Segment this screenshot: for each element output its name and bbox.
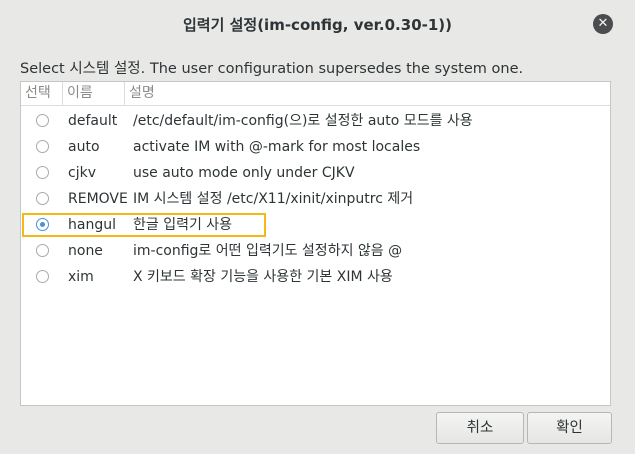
row-description: 한글 입력기 사용 [133, 217, 233, 233]
window-title: 입력기 설정(im-config, ver.0.30-1)) [182, 16, 453, 34]
ok-button[interactable]: 확인 [527, 412, 612, 444]
radio-button[interactable] [36, 166, 49, 179]
row-name: cjkv [68, 165, 96, 181]
list-header: 선택 이름 설명 [21, 82, 610, 106]
row-name: REMOVE [68, 191, 128, 207]
radio-button[interactable] [36, 140, 49, 153]
radio-button[interactable] [36, 270, 49, 283]
row-name: auto [68, 139, 100, 155]
row-description: X 키보드 확장 기능을 사용한 기본 XIM 사용 [133, 269, 393, 285]
list-row-remove[interactable]: REMOVE IM 시스템 설정 /etc/X11/xinit/xinputrc… [21, 186, 610, 212]
description-text: Select 시스템 설정. The user configuration su… [20, 61, 524, 77]
row-name: default [68, 113, 118, 129]
radio-button[interactable] [36, 114, 49, 127]
list-row-hangul[interactable]: hangul 한글 입력기 사용 [21, 212, 610, 238]
row-description: use auto mode only under CJKV [133, 165, 355, 181]
list-row-none[interactable]: none im-config로 어떤 입력기도 설정하지 않음 @ [21, 238, 610, 264]
column-header-description[interactable]: 설명 [125, 82, 610, 105]
column-header-name[interactable]: 이름 [63, 82, 125, 105]
row-description: /etc/default/im-config(으)로 설정한 auto 모드를 … [133, 113, 473, 129]
row-name: none [68, 243, 103, 259]
row-name: hangul [68, 217, 116, 233]
im-config-dialog: 입력기 설정(im-config, ver.0.30-1)) ✕ Select … [0, 0, 635, 454]
close-icon[interactable]: ✕ [593, 14, 613, 34]
row-description: im-config로 어떤 입력기도 설정하지 않음 @ [133, 243, 403, 259]
column-header-select[interactable]: 선택 [21, 82, 63, 105]
radio-button-selected[interactable] [36, 218, 49, 231]
row-name: xim [68, 269, 94, 285]
list-row-cjkv[interactable]: cjkv use auto mode only under CJKV [21, 160, 610, 186]
list-row-xim[interactable]: xim X 키보드 확장 기능을 사용한 기본 XIM 사용 [21, 264, 610, 290]
input-method-list: 선택 이름 설명 default /etc/default/im-config(… [20, 81, 611, 406]
row-description: IM 시스템 설정 /etc/X11/xinit/xinputrc 제거 [133, 191, 414, 207]
radio-button[interactable] [36, 244, 49, 257]
cancel-button[interactable]: 취소 [436, 412, 524, 444]
radio-button[interactable] [36, 192, 49, 205]
list-row-default[interactable]: default /etc/default/im-config(으)로 설정한 a… [21, 108, 610, 134]
title-bar: 입력기 설정(im-config, ver.0.30-1)) ✕ [0, 0, 635, 48]
list-row-auto[interactable]: auto activate IM with @-mark for most lo… [21, 134, 610, 160]
row-description: activate IM with @-mark for most locales [133, 139, 421, 155]
